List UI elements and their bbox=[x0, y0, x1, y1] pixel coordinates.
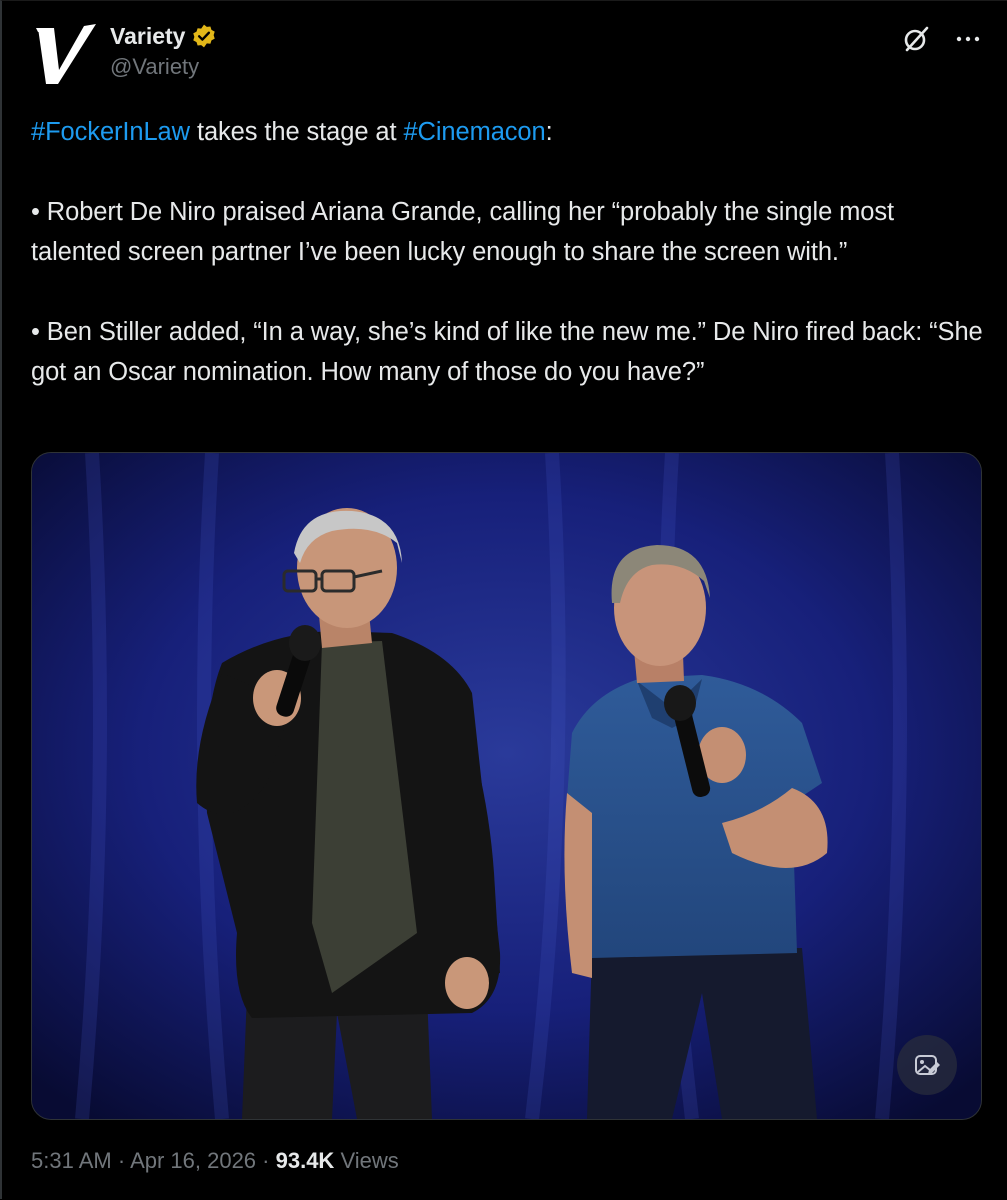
variety-v-logo-icon bbox=[32, 18, 102, 88]
grok-icon[interactable] bbox=[901, 24, 931, 54]
tweet-photo[interactable] bbox=[31, 452, 982, 1120]
meta-separator: · bbox=[111, 1148, 131, 1173]
tweet-text: #FockerInLaw takes the stage at #Cinemac… bbox=[31, 112, 986, 392]
handle[interactable]: @Variety bbox=[110, 54, 217, 80]
views-count: 93.4K bbox=[275, 1148, 335, 1173]
image-edit-icon bbox=[915, 1055, 940, 1075]
avatar[interactable] bbox=[32, 18, 102, 88]
author-info: Variety @Variety bbox=[110, 20, 217, 80]
stage-photo-illustration bbox=[32, 453, 981, 1119]
display-name[interactable]: Variety bbox=[110, 23, 185, 50]
tweet-paragraph-stiller: • Ben Stiller added, “In a way, she’s ki… bbox=[31, 318, 983, 386]
tweet-date[interactable]: Apr 16, 2026 bbox=[130, 1148, 256, 1173]
meta-separator: · bbox=[256, 1148, 276, 1173]
tweet-meta: 5:31 AM · Apr 16, 2026 · 93.4K Views bbox=[31, 1148, 399, 1174]
hashtag-fockerinlaw[interactable]: #FockerInLaw bbox=[31, 118, 190, 146]
image-edit-button[interactable] bbox=[897, 1035, 957, 1095]
more-icon[interactable] bbox=[953, 24, 983, 54]
tweet-line-1-end: : bbox=[545, 118, 553, 146]
header-actions bbox=[901, 24, 983, 54]
tweet-header: Variety @Variety bbox=[32, 18, 987, 90]
tweet-time[interactable]: 5:31 AM bbox=[31, 1148, 112, 1173]
tweet-paragraph-deniro: • Robert De Niro praised Ariana Grande, … bbox=[31, 198, 894, 266]
tweet-line-1: #FockerInLaw takes the stage at #Cinemac… bbox=[31, 112, 986, 152]
verified-badge-icon[interactable] bbox=[191, 23, 217, 49]
tweet-line-1-middle: takes the stage at bbox=[189, 118, 404, 146]
views-label: Views bbox=[334, 1148, 399, 1173]
hashtag-cinemacon[interactable]: #Cinemacon bbox=[403, 118, 545, 146]
